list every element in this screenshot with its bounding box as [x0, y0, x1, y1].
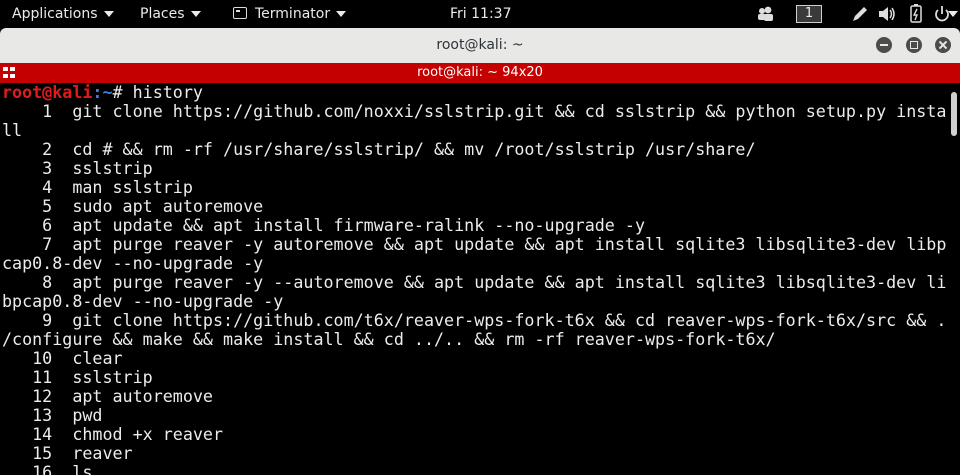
terminal-output[interactable]: root@kali:~# history 1 git clone https:/… [0, 83, 948, 475]
people-icon[interactable] [756, 0, 774, 28]
prompt-path: :~ [92, 83, 113, 102]
workspace-number: 1 [796, 5, 822, 23]
history-line: bpcap0.8-dev --no-upgrade -y [2, 291, 284, 311]
history-line: 10 clear [2, 348, 123, 368]
clock[interactable]: Fri 11:37 [450, 0, 511, 28]
history-line: 6 apt update && apt install firmware-ral… [2, 215, 645, 235]
caret-down-icon [103, 11, 114, 17]
history-line: 1 git clone https://github.com/noxxi/ssl… [2, 101, 947, 121]
places-menu[interactable]: Places [140, 0, 201, 28]
battery-icon[interactable] [908, 0, 924, 28]
maximize-icon[interactable] [906, 37, 922, 53]
prompt-line: root@kali:~# history [0, 83, 948, 102]
history-line: 3 sslstrip [2, 158, 153, 178]
terminal-scrollbar[interactable] [948, 83, 960, 475]
applications-menu[interactable]: Applications [12, 0, 114, 28]
pen-icon[interactable] [850, 0, 870, 28]
window-titlebar[interactable]: root@kali: ~ [0, 28, 960, 63]
history-line: 15 reaver [2, 443, 133, 463]
history-line: 13 pwd [2, 405, 103, 425]
history-line: 14 chmod +x reaver [2, 424, 224, 444]
history-line: 5 sudo apt autoremove [2, 196, 264, 216]
prompt-command: history [132, 83, 203, 102]
terminal-icon [233, 7, 247, 19]
prompt-user: root@kali [2, 83, 93, 102]
history-line: 16 ls [2, 462, 93, 475]
terminator-titlebar[interactable]: root@kali: ~ 94x20 [0, 63, 960, 83]
terminator-header-label: root@kali: ~ 94x20 [417, 65, 543, 80]
app-name-label: Terminator [255, 6, 331, 22]
history-line: 4 man sslstrip [2, 177, 193, 197]
history-line: 12 apt autoremove [2, 386, 213, 406]
history-line: 11 sslstrip [2, 367, 153, 387]
volume-icon[interactable] [877, 0, 897, 28]
history-line: 9 git clone https://github.com/t6x/reave… [2, 310, 947, 330]
applications-label: Applications [12, 6, 98, 22]
history-line: 7 apt purge reaver -y autoremove && apt … [2, 234, 947, 254]
places-label: Places [140, 6, 185, 22]
top-panel: Applications Places Terminator Fri 11:37… [0, 0, 960, 28]
prompt-symbol: # [112, 83, 133, 102]
window-title: root@kali: ~ [436, 37, 524, 53]
scrollbar-thumb[interactable] [951, 92, 957, 136]
history-line: cap0.8-dev --no-upgrade -y [2, 253, 264, 273]
workspace-indicator[interactable]: 1 [796, 0, 822, 28]
history-line: /configure && make && make install && cd… [2, 329, 776, 349]
caret-down-icon [190, 11, 201, 17]
caret-down-icon[interactable] [948, 0, 958, 28]
caret-down-icon [336, 11, 347, 17]
history-line: 8 apt purge reaver -y --autoremove && ap… [2, 272, 947, 292]
history-line: 2 cd # && rm -rf /usr/share/sslstrip/ &&… [2, 139, 756, 159]
app-menu-terminator[interactable]: Terminator [233, 0, 347, 28]
close-icon[interactable] [935, 37, 951, 53]
history-line: ll [2, 120, 23, 140]
split-layout-icon[interactable] [3, 67, 16, 79]
minimize-icon[interactable] [876, 37, 892, 53]
